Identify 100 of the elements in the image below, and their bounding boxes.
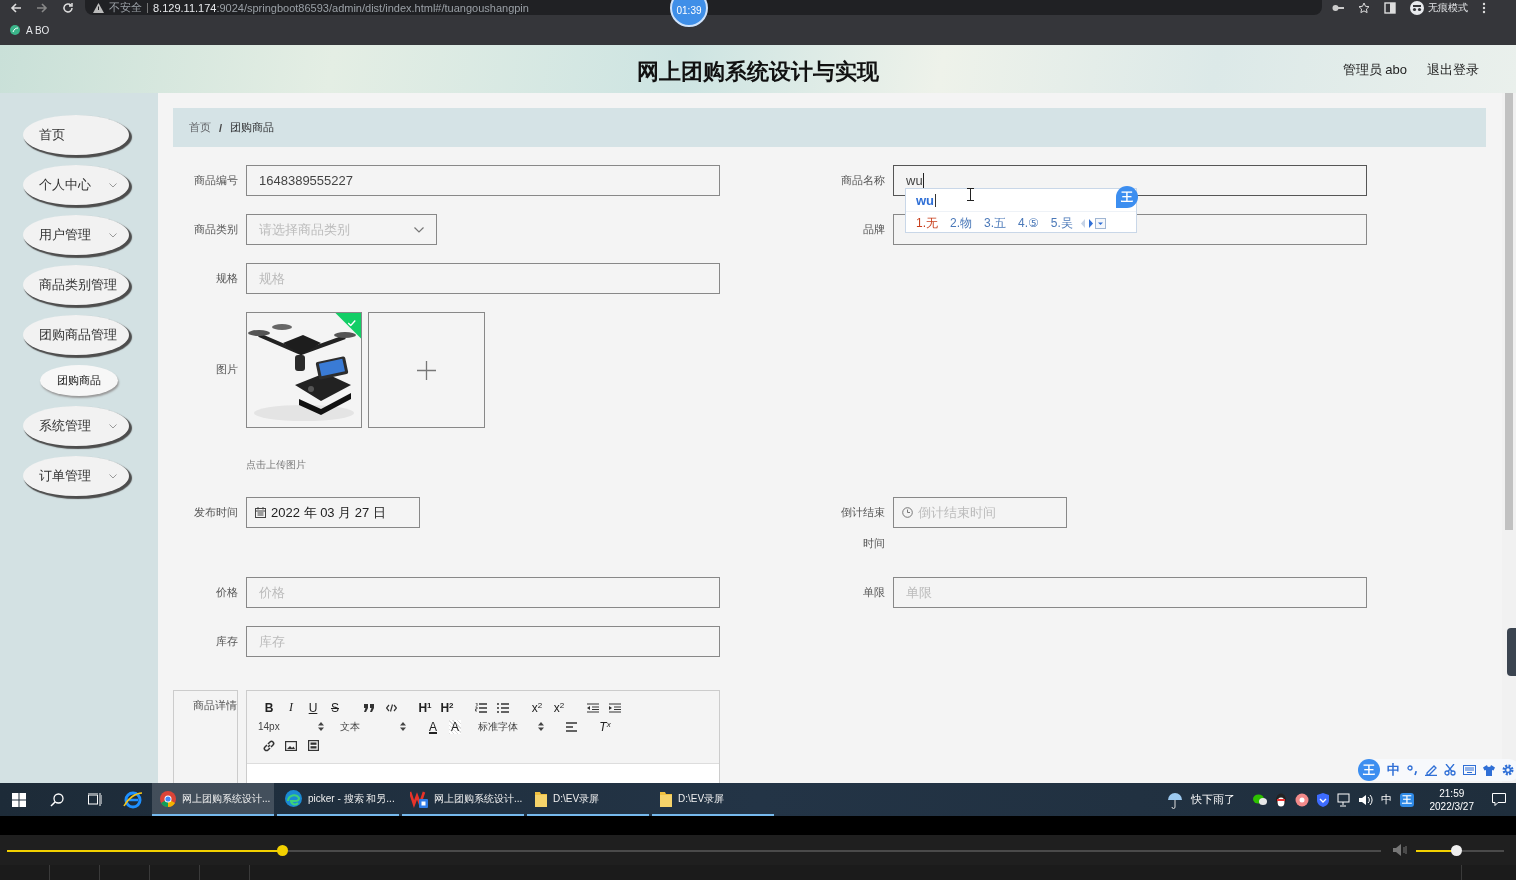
ime-mode-button[interactable]: 中	[1387, 761, 1400, 779]
indent-icon[interactable]	[609, 702, 621, 713]
sidebar-icon[interactable]	[1384, 1, 1396, 14]
url-text: 8.129.11.174:9024/springboot86593/admin/dist/index.html#/tuangoushangpin	[153, 1, 529, 14]
field-label: 发布时间	[193, 505, 238, 520]
menu-item[interactable]: 团购商品管理	[23, 315, 129, 355]
outdent-icon[interactable]	[587, 702, 599, 713]
browser-icon[interactable]	[123, 789, 143, 810]
security-label: 不安全	[109, 0, 142, 15]
chevron-icon	[109, 232, 117, 238]
strikethrough-button[interactable]: S	[324, 700, 346, 715]
folder-icon	[535, 790, 547, 807]
field-label: 品牌	[862, 222, 885, 237]
volume-icon[interactable]	[1358, 793, 1373, 806]
upload-button[interactable]	[368, 312, 485, 428]
image-icon[interactable]	[285, 740, 297, 751]
align-icon[interactable]	[565, 721, 577, 732]
menu-item[interactable]: 商品类别管理	[23, 265, 129, 305]
taskbar-button[interactable]: 网上团购系统设计...	[152, 783, 274, 816]
notification-icon[interactable]	[1492, 793, 1506, 806]
forward-icon[interactable]	[36, 1, 48, 14]
flower-icon[interactable]	[1294, 792, 1309, 807]
scrollbar-thumb[interactable]	[1505, 93, 1513, 530]
link-icon[interactable]	[263, 739, 275, 752]
punctuation-icon[interactable]	[1407, 764, 1418, 776]
breadcrumb-item[interactable]: 首页	[189, 120, 211, 135]
document-app-icon	[410, 789, 428, 808]
bullet-list-icon[interactable]	[497, 702, 509, 713]
menu-item[interactable]: 用户管理	[23, 215, 129, 255]
shirt-icon[interactable]	[1483, 764, 1495, 776]
search-icon[interactable]	[50, 792, 64, 807]
shield-icon[interactable]	[1316, 792, 1329, 807]
menu-icon[interactable]	[1482, 1, 1486, 14]
quote-icon[interactable]	[363, 703, 375, 712]
field-label: 商品编号	[193, 173, 238, 188]
bookmark[interactable]: A BO	[10, 24, 50, 36]
italic-button[interactable]: I	[280, 700, 302, 715]
weather-text[interactable]: 快下雨了	[1190, 792, 1235, 807]
input-mode[interactable]: 中	[1380, 792, 1392, 807]
field-label: 价格	[215, 585, 238, 600]
text-cursor-icon	[967, 188, 974, 201]
field-label: 倒计结束时间	[840, 505, 885, 551]
speaker-icon[interactable]	[1393, 844, 1408, 856]
field-label: 库存	[215, 634, 238, 649]
text-field[interactable]: 1648389555227	[246, 165, 720, 196]
leaf-icon	[10, 25, 20, 35]
seek-thumb[interactable]	[276, 844, 288, 856]
submenu-item[interactable]: 团购商品	[40, 365, 118, 396]
calendar-icon	[255, 507, 266, 518]
clock[interactable]: 21:59 2022/3/27	[1429, 786, 1474, 813]
settings-icon[interactable]	[1502, 764, 1514, 776]
reload-icon[interactable]	[62, 1, 74, 14]
user-name: 管理员 abo	[1342, 61, 1407, 79]
underline-button[interactable]: U	[302, 700, 324, 715]
umbrella-icon[interactable]	[1166, 790, 1183, 809]
profile-button[interactable]: 无痕模式	[1410, 0, 1468, 15]
menu-item[interactable]: 首页	[23, 115, 129, 155]
toolbar-select[interactable]: 14px	[258, 721, 328, 732]
background-color-button[interactable]: A	[449, 719, 461, 734]
menu-item[interactable]: 个人中心	[23, 165, 129, 205]
date-field[interactable]: 2022 年 03 月 27 日	[246, 497, 420, 528]
back-icon[interactable]	[10, 1, 22, 14]
star-icon[interactable]	[1358, 1, 1370, 14]
updown-icon	[538, 722, 544, 731]
warning-icon	[93, 2, 104, 13]
pen-icon[interactable]	[1425, 764, 1437, 776]
chat-icon[interactable]	[1252, 793, 1267, 806]
network-icon[interactable]	[1336, 792, 1351, 807]
chevron-icon	[109, 182, 117, 188]
updown-icon	[400, 722, 406, 731]
breadcrumb-separator: /	[219, 121, 223, 134]
script-button[interactable]: x$^{2}$	[548, 700, 570, 715]
toolbar-select[interactable]: 标准字体	[478, 719, 548, 734]
windows-icon[interactable]	[12, 792, 26, 807]
scissors-icon[interactable]	[1444, 764, 1456, 776]
volume-thumb[interactable]	[1451, 844, 1463, 856]
field-label: 商品名称	[840, 173, 885, 188]
side-handle[interactable]	[1507, 628, 1516, 676]
ime-icon[interactable]: 王	[1399, 792, 1414, 807]
task-view-icon[interactable]	[88, 793, 102, 806]
plus-icon	[417, 360, 436, 380]
numbered-list-icon[interactable]	[475, 702, 487, 713]
tray-app-icon[interactable]	[1274, 792, 1287, 807]
bold-button[interactable]: B	[258, 700, 280, 715]
font-color-button[interactable]: A	[422, 719, 444, 734]
chevron-icon	[414, 226, 424, 233]
chevron-icon	[109, 423, 117, 429]
menu-item[interactable]: 订单管理	[23, 456, 129, 496]
field-label: 图片	[215, 362, 238, 377]
toolbar-select[interactable]: 文本	[340, 719, 410, 734]
clock-icon	[902, 507, 913, 518]
keyboard-icon[interactable]	[1463, 765, 1476, 775]
film-icon[interactable]	[307, 740, 319, 751]
logout-link[interactable]: 退出登录	[1427, 61, 1479, 79]
key-icon[interactable]	[1332, 2, 1344, 13]
field-label: 商品类别	[193, 222, 238, 237]
menu-item[interactable]: 系统管理	[23, 406, 129, 446]
code-icon[interactable]	[385, 703, 397, 712]
field-label: 单限	[862, 585, 885, 600]
breadcrumb-item: 团购商品	[230, 120, 275, 135]
